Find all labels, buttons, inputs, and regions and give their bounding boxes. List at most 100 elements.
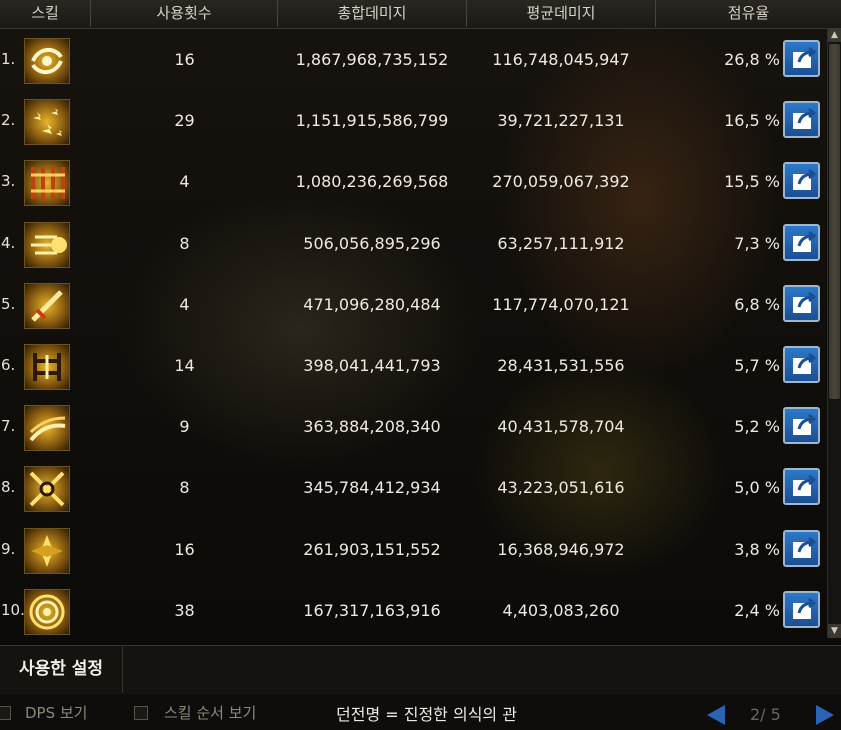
average-damage: 270,059,067,392 — [492, 172, 630, 191]
page-indicator: 2/ 5 — [750, 705, 781, 724]
rank-number: 10. — [1, 601, 25, 619]
header-uses: 사용횟수 — [91, 0, 278, 27]
scroll-down-button[interactable]: ▼ — [828, 624, 841, 638]
skill-ring-icon — [24, 589, 70, 635]
rank-number: 9. — [1, 540, 16, 558]
open-detail-button[interactable] — [783, 530, 820, 567]
header-skill: 스킬 — [0, 0, 91, 27]
rank-number: 1. — [1, 50, 16, 68]
share-percent: 26,8 % — [724, 50, 780, 69]
share-percent: 16,5 % — [724, 111, 780, 130]
average-damage: 28,431,531,556 — [497, 356, 625, 375]
header-total-damage: 총합데미지 — [278, 0, 467, 27]
use-count: 16 — [174, 50, 195, 69]
open-detail-button[interactable] — [783, 346, 820, 383]
open-detail-button[interactable] — [783, 162, 820, 199]
dps-view-checkbox[interactable] — [0, 706, 11, 720]
use-count: 9 — [179, 417, 190, 436]
total-damage: 1,151,915,586,799 — [295, 111, 449, 130]
skill-chains-icon — [24, 160, 70, 206]
skill-sweep-icon — [24, 405, 70, 451]
open-detail-button[interactable] — [783, 285, 820, 322]
share-percent: 15,5 % — [724, 172, 780, 191]
dungeon-name: 던전명 = 진정한 의식의 관 — [336, 705, 517, 724]
export-icon — [793, 352, 817, 374]
average-damage: 4,403,083,260 — [502, 601, 620, 620]
total-damage: 261,903,151,552 — [303, 540, 441, 559]
use-count: 8 — [179, 478, 190, 497]
settings-bar: 사용한 설정 — [0, 645, 841, 695]
table-row: 1. 16 1,867,968,735,152 116,748,045,947 26,8… — [0, 29, 841, 90]
average-damage: 117,774,070,121 — [492, 295, 630, 314]
next-page-arrow-icon[interactable] — [816, 705, 834, 725]
total-damage: 398,041,441,793 — [303, 356, 441, 375]
use-count: 38 — [174, 601, 195, 620]
used-settings-tab[interactable]: 사용한 설정 — [0, 646, 123, 693]
rank-number: 6. — [1, 356, 16, 374]
skill-order-label[interactable]: 스킬 순서 보기 — [164, 702, 256, 723]
share-percent: 5,7 % — [734, 356, 780, 375]
share-percent: 3,8 % — [734, 540, 780, 559]
table-row: 9. 16 261,903,151,552 16,368,946,972 3,8 % — [0, 519, 841, 580]
export-icon — [793, 230, 817, 252]
export-icon — [793, 474, 817, 496]
open-detail-button[interactable] — [783, 224, 820, 261]
rank-number: 7. — [1, 417, 16, 435]
open-detail-button[interactable] — [783, 40, 820, 77]
total-damage: 471,096,280,484 — [303, 295, 441, 314]
export-icon — [793, 413, 817, 435]
rank-number: 5. — [1, 295, 16, 313]
share-percent: 7,3 % — [734, 234, 780, 253]
scroll-thumb[interactable] — [829, 44, 840, 399]
open-detail-button[interactable] — [783, 468, 820, 505]
scroll-up-button[interactable]: ▲ — [828, 28, 841, 42]
total-damage: 506,056,895,296 — [303, 234, 441, 253]
header-share: 점유율 — [727, 4, 770, 22]
skill-starburst-icon — [24, 99, 70, 145]
skill-cross-icon — [24, 528, 70, 574]
open-detail-button[interactable] — [783, 407, 820, 444]
use-count: 8 — [179, 234, 190, 253]
total-damage: 345,784,412,934 — [303, 478, 441, 497]
export-icon — [793, 168, 817, 190]
use-count: 29 — [174, 111, 195, 130]
table-row: 10. 38 167,317,163,916 4,403,083,260 2,4 % — [0, 580, 841, 641]
dps-view-label[interactable]: DPS 보기 — [25, 702, 88, 723]
total-damage: 167,317,163,916 — [303, 601, 441, 620]
open-detail-button[interactable] — [783, 591, 820, 628]
use-count: 4 — [179, 172, 190, 191]
use-count: 16 — [174, 540, 195, 559]
average-damage: 40,431,578,704 — [497, 417, 625, 436]
skill-slash-icon — [24, 283, 70, 329]
total-damage: 363,884,208,340 — [303, 417, 441, 436]
export-icon — [793, 46, 817, 68]
footer: DPS 보기 스킬 순서 보기 던전명 = 진정한 의식의 관 2/ 5 — [0, 694, 841, 730]
table-row: 3. 4 1,080,236,269,568 270,059,067,392 15,5 … — [0, 151, 841, 212]
share-percent: 5,0 % — [734, 478, 780, 497]
average-damage: 116,748,045,947 — [492, 50, 630, 69]
average-damage: 43,223,051,616 — [497, 478, 625, 497]
rank-number: 3. — [1, 172, 16, 190]
skill-charge-icon — [24, 222, 70, 268]
use-count: 14 — [174, 356, 195, 375]
table-row: 8. 8 345,784,412,934 43,223,051,616 5,0 % — [0, 457, 841, 518]
share-percent: 5,2 % — [734, 417, 780, 436]
table-row: 6. 14 398,041,441,793 28,431,531,556 5,7 % — [0, 335, 841, 396]
table-row: 2. 29 1,151,915,586,799 39,721,227,131 16,5 … — [0, 90, 841, 151]
scrollbar[interactable]: ▲ ▼ — [827, 28, 841, 638]
export-icon — [793, 597, 817, 619]
share-percent: 6,8 % — [734, 295, 780, 314]
open-detail-button[interactable] — [783, 101, 820, 138]
average-damage: 63,257,111,912 — [497, 234, 625, 253]
skill-swirl-icon — [24, 38, 70, 84]
total-damage: 1,080,236,269,568 — [295, 172, 449, 191]
average-damage: 16,368,946,972 — [497, 540, 625, 559]
total-damage: 1,867,968,735,152 — [295, 50, 449, 69]
prev-page-arrow-icon[interactable] — [707, 705, 725, 725]
skill-order-checkbox[interactable] — [134, 706, 148, 720]
header-avg-damage: 평균데미지 — [467, 0, 656, 27]
table-row: 7. 9 363,884,208,340 40,431,578,704 5,2 % — [0, 396, 841, 457]
rank-number: 8. — [1, 478, 16, 496]
share-percent: 2,4 % — [734, 601, 780, 620]
export-icon — [793, 107, 817, 129]
